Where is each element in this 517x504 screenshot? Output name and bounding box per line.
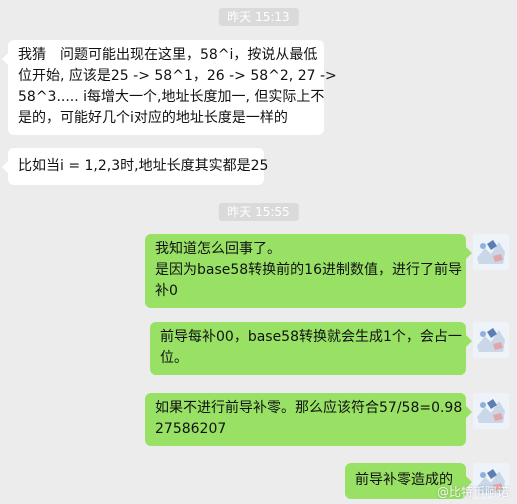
message-line: 位开始, 应该是25 -> 58^1，26 -> 58^2, 27 -> [18, 68, 337, 84]
timestamp-2: 昨天 15:55 [218, 203, 299, 221]
outgoing-message-2[interactable]: 前导每补00，base58转换就会生成1个，会占一 位。 [150, 322, 472, 375]
message-line: 补0 [155, 283, 178, 299]
outgoing-message-1[interactable]: 我知道怎么回事了。 是因为base58转换前的16进制数值，进行了前导 补0 [145, 234, 472, 308]
incoming-message-1[interactable]: 我猜 问题可能出现在这里，58^i，按说从最低 位开始, 应该是25 -> 58… [2, 40, 337, 135]
message-line: 如果不进行前导补零。那么应该符合57/58=0.98 [155, 400, 463, 416]
message-line: 是因为base58转换前的16进制数值，进行了前导 [155, 262, 463, 278]
message-line: 前导每补00，base58转换就会生成1个，会占一 [160, 329, 462, 345]
watermark: @比特币阿诺 [436, 485, 509, 499]
sender-avatar[interactable] [473, 234, 509, 270]
message-line: 是的，可能好几个i对应的地址长度是一样的 [18, 110, 288, 126]
message-line: 我知道怎么回事了。 [155, 241, 281, 257]
sender-avatar[interactable] [473, 393, 509, 429]
message-line: 比如当i = 1,2,3时,地址长度其实都是25 [18, 158, 269, 174]
sender-avatar[interactable] [473, 322, 509, 358]
outgoing-message-3[interactable]: 如果不进行前导补零。那么应该符合57/58=0.98 27586207 [145, 393, 472, 446]
incoming-message-2[interactable]: 比如当i = 1,2,3时,地址长度其实都是25 [2, 148, 269, 185]
message-line: 27586207 [155, 421, 227, 437]
timestamp-1: 昨天 15:13 [218, 8, 299, 26]
message-line: 我猜 问题可能出现在这里，58^i，按说从最低 [18, 47, 318, 63]
message-line: 位。 [160, 350, 188, 366]
message-line: 58^3..... i每增大一个,地址长度加一, 但实际上不 [18, 89, 325, 105]
